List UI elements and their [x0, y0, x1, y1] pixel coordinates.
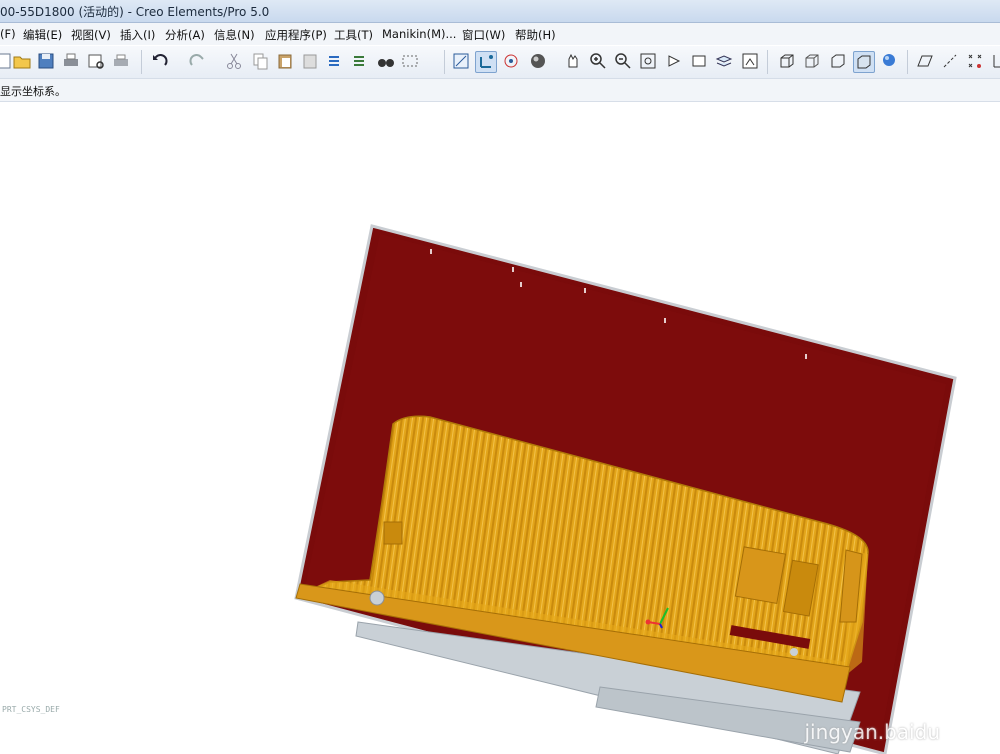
graphics-viewport[interactable]: PRT_CSYS_DEF jingyan.baidu — [0, 102, 1000, 754]
axis-icon[interactable] — [940, 51, 960, 71]
toolbar-separator — [141, 50, 142, 74]
menu-bar: (F) 编辑(E) 视图(V) 插入(I) 分析(A) 信息(N) 应用程序(P… — [0, 23, 1000, 45]
open-icon[interactable] — [12, 51, 32, 71]
main-toolbar — [0, 46, 1000, 79]
layers-icon[interactable] — [714, 51, 734, 71]
print-preview-icon[interactable] — [86, 51, 106, 71]
menu-file[interactable]: (F) — [0, 27, 16, 41]
menu-edit[interactable]: 编辑(E) — [23, 27, 62, 43]
shading-icon[interactable] — [528, 51, 548, 71]
redo-icon[interactable] — [187, 51, 207, 71]
paste-icon[interactable] — [275, 51, 295, 71]
regen-manager-icon[interactable] — [350, 51, 370, 71]
toolbar-separator — [767, 50, 768, 74]
watermark: jingyan.baidu — [804, 720, 941, 744]
port-block — [734, 546, 787, 604]
find-icon[interactable] — [376, 51, 396, 71]
view-manager-icon[interactable] — [740, 51, 760, 71]
menu-help[interactable]: 帮助(H) — [515, 27, 556, 43]
zoom-out-icon[interactable] — [613, 51, 633, 71]
datum-display-icon[interactable] — [451, 51, 471, 71]
no-hidden-icon[interactable] — [828, 51, 848, 71]
point-icon[interactable] — [965, 51, 985, 71]
csys-label: PRT_CSYS_DEF — [2, 705, 60, 714]
paste-special-icon[interactable] — [300, 51, 320, 71]
print-icon[interactable] — [61, 51, 81, 71]
zoom-in-icon[interactable] — [588, 51, 608, 71]
csys-display-icon[interactable] — [475, 51, 497, 73]
select-box-icon[interactable] — [400, 51, 420, 71]
toolbar-separator — [444, 50, 445, 74]
wireframe-icon[interactable] — [777, 51, 797, 71]
copy-icon[interactable] — [250, 51, 270, 71]
csys-icon[interactable] — [990, 51, 1000, 71]
saved-views-icon[interactable] — [690, 51, 710, 71]
window-title: 00-55D1800 (活动的) - Creo Elements/Pro 5.0 — [0, 5, 270, 19]
spin-center-icon[interactable] — [501, 51, 521, 71]
hidden-line-icon[interactable] — [802, 51, 822, 71]
message-area: 显示坐标系。 — [0, 79, 1000, 102]
email-icon[interactable] — [111, 51, 131, 71]
appearance-icon[interactable] — [879, 51, 899, 71]
undo-icon[interactable] — [150, 51, 170, 71]
menu-manikin[interactable]: Manikin(M)... — [382, 27, 456, 41]
menu-applications[interactable]: 应用程序(P) — [265, 27, 327, 43]
menu-window[interactable]: 窗口(W) — [462, 27, 505, 43]
regenerate-icon[interactable] — [325, 51, 345, 71]
save-icon[interactable] — [36, 51, 56, 71]
menu-info[interactable]: 信息(N) — [214, 27, 255, 43]
cut-icon[interactable] — [224, 51, 244, 71]
menu-view[interactable]: 视图(V) — [71, 27, 111, 43]
pan-icon[interactable] — [563, 51, 583, 71]
message-text: 显示坐标系。 — [0, 85, 66, 98]
menu-analysis[interactable]: 分析(A) — [165, 27, 205, 43]
shaded-icon[interactable] — [853, 51, 875, 73]
reorient-icon[interactable] — [664, 51, 684, 71]
tv-model[interactable] — [0, 102, 1000, 754]
refit-icon[interactable] — [638, 51, 658, 71]
title-bar: 00-55D1800 (活动的) - Creo Elements/Pro 5.0 — [0, 0, 1000, 23]
plane-icon[interactable] — [915, 51, 935, 71]
menu-tools[interactable]: 工具(T) — [334, 27, 373, 43]
toolbar-separator — [907, 50, 908, 74]
menu-insert[interactable]: 插入(I) — [120, 27, 155, 43]
